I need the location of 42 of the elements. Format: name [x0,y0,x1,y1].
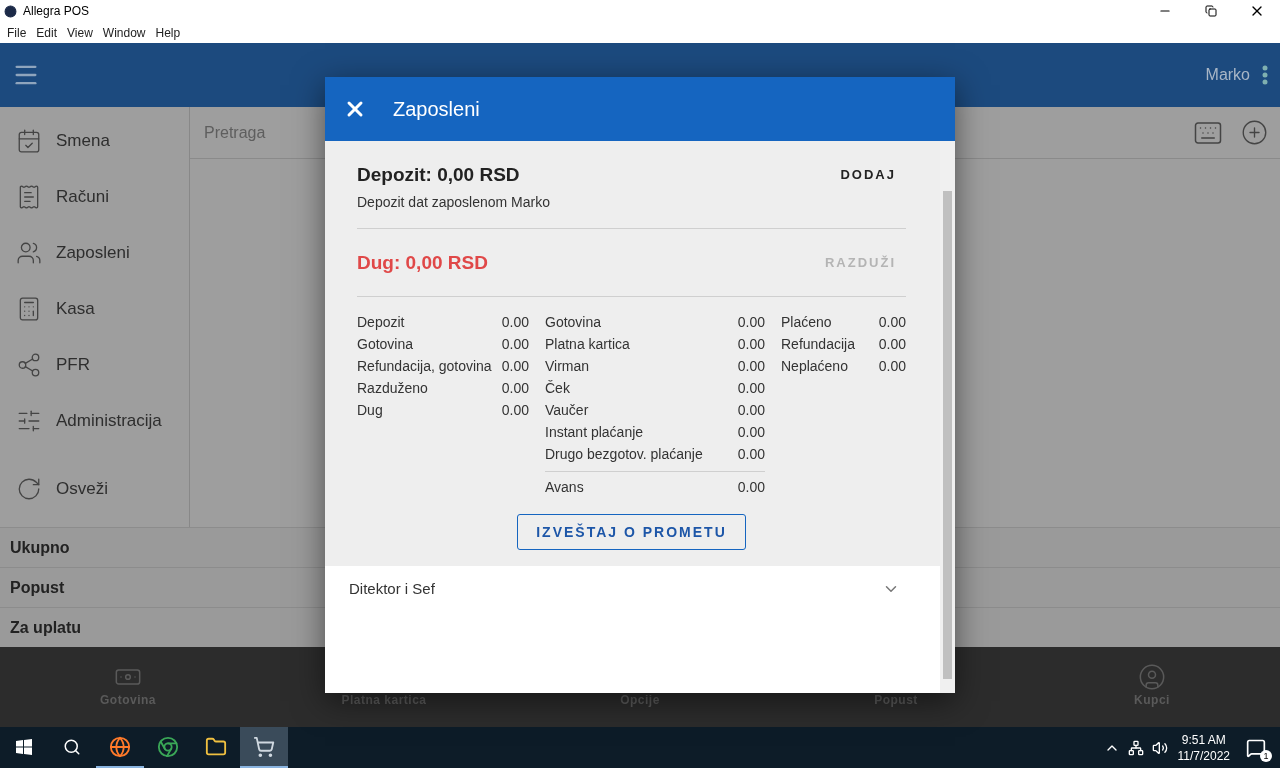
deposit-subtitle: Depozit dat zaposlenom Marko [357,194,551,210]
window-title: Allegra POS [23,4,91,18]
stat-value: 0.00 [737,380,765,396]
stat-value: 0.00 [737,424,765,440]
stat-label: Drugo bezgotov. plaćanje [545,446,703,462]
notification-badge: 1 [1260,749,1272,762]
stat-label: Refundacija, gotovina [357,358,492,374]
stat-value: 0.00 [878,314,906,330]
deposit-title: Depozit: 0,00 RSD [357,163,520,186]
stat-value: 0.00 [737,402,765,418]
stat-value: 0.00 [501,402,529,418]
stat-value: 0.00 [737,446,765,462]
stat-label: Instant plaćanje [545,424,644,440]
stat-label: Gotovina [357,336,414,352]
stat-label: Depozit [357,314,405,330]
stat-value: 0.00 [501,336,529,352]
clock-date: 11/7/2022 [1177,747,1230,764]
stat-value: 0.00 [878,358,906,374]
dialog-title: Zaposleni [393,97,480,121]
stat-label: Dug [357,402,383,418]
stat-value: 0.00 [501,358,529,374]
stat-label: Vaučer [545,402,589,418]
stat-value: 0.00 [737,479,765,495]
debt-title: Dug: 0,00 RSD [357,251,488,274]
stat-label: Neplaćeno [781,358,848,374]
stat-value: 0.00 [501,380,529,396]
stat-label: Virman [545,358,590,374]
stat-label: Platna kartica [545,336,630,352]
stat-label: Refundacija [781,336,855,352]
stat-label: Plaćeno [781,314,832,330]
panel-title: Ditektor i Sef [349,580,435,597]
stat-label: Gotovina [545,314,602,330]
stat-value: 0.00 [878,336,906,352]
stat-label: Ček [545,380,570,396]
stat-label: Avans [545,479,584,495]
stat-value: 0.00 [737,358,765,374]
user-name: Marko [1205,66,1250,84]
clock-time: 9:51 AM [1181,731,1226,748]
stat-value: 0.00 [737,314,765,330]
stat-value: 0.00 [737,336,765,352]
stat-label: Razduženo [357,380,428,396]
stat-value: 0.00 [501,314,529,330]
